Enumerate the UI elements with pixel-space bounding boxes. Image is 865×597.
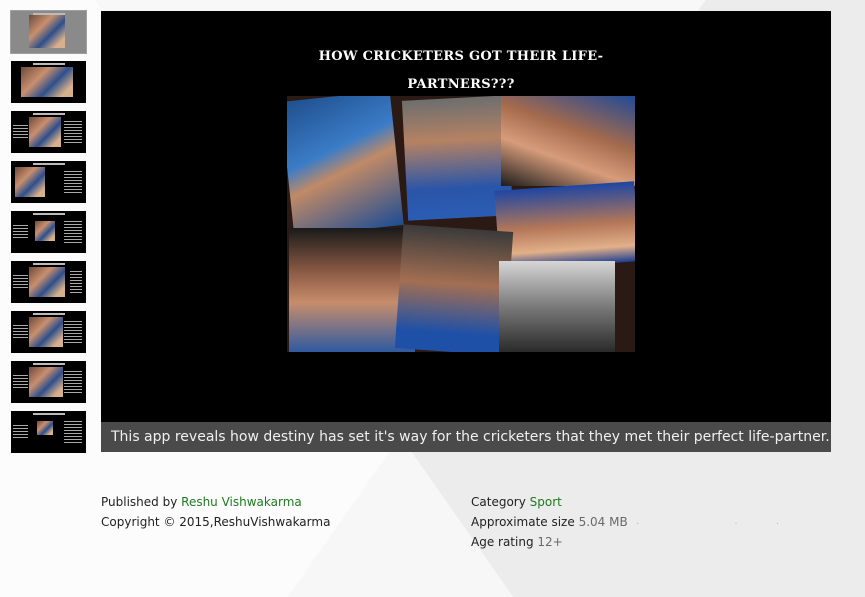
thumbnail-title — [33, 113, 65, 115]
thumbnail-image — [29, 117, 61, 147]
thumbnail-image — [21, 67, 73, 97]
thumbnail-text — [70, 271, 82, 293]
thumbnail-text — [64, 421, 82, 443]
thumbnail-slide-7[interactable] — [11, 311, 86, 353]
category-label: Category — [471, 495, 526, 509]
thumbnail-title — [33, 263, 65, 265]
category-row: Category Sport — [471, 492, 628, 512]
thumbnail-text — [64, 371, 82, 393]
thumbnail-image — [15, 167, 45, 197]
thumbnail-image — [29, 15, 65, 48]
thumbnail-text — [64, 321, 82, 343]
age-rating-row: Age rating 12+ — [471, 532, 628, 552]
thumbnail-slide-3[interactable] — [11, 111, 86, 153]
copyright: Copyright © 2015,ReshuVishwakarma — [101, 515, 331, 529]
thumbnail-slide-1[interactable] — [10, 10, 87, 54]
collage-photo — [494, 181, 635, 271]
thumbnail-text — [13, 425, 28, 439]
thumbnail-image — [37, 421, 53, 435]
category-link[interactable]: Sport — [530, 495, 562, 509]
collage-photo — [394, 224, 514, 352]
thumbnail-strip — [10, 10, 87, 461]
size-label: Approximate size — [471, 515, 575, 529]
screenshot-viewer[interactable]: HOW CRICKETERS GOT THEIR LIFE-PARTNERS??… — [101, 11, 831, 452]
thumbnail-slide-8[interactable] — [11, 361, 86, 403]
collage-photo — [287, 96, 404, 237]
thumbnail-image — [29, 317, 63, 347]
thumbnail-slide-9[interactable] — [11, 411, 86, 453]
slide: HOW CRICKETERS GOT THEIR LIFE-PARTNERS??… — [287, 41, 635, 352]
thumbnail-title — [33, 163, 65, 165]
loading-dots: · · · — [636, 519, 782, 530]
thumbnail-text — [64, 171, 82, 193]
thumbnail-image — [35, 221, 55, 241]
thumbnail-title — [33, 63, 65, 65]
collage-photo — [499, 261, 615, 352]
published-by-label: Published by — [101, 495, 178, 509]
thumbnail-title — [33, 363, 65, 365]
app-details: Category Sport Approximate size 5.04 MB … — [471, 492, 628, 552]
cricketers-collage-image — [287, 96, 635, 352]
thumbnail-text — [64, 121, 82, 143]
published-by: Published by Reshu Vishwakarma — [101, 492, 330, 512]
thumbnail-text — [64, 221, 82, 243]
screenshot-caption: This app reveals how destiny has set it'… — [101, 422, 831, 452]
thumbnail-title — [33, 213, 65, 215]
slide-title: HOW CRICKETERS GOT THEIR LIFE-PARTNERS??… — [318, 49, 604, 92]
thumbnail-title — [33, 313, 65, 315]
publisher-link[interactable]: Reshu Vishwakarma — [181, 495, 302, 509]
thumbnail-text — [13, 325, 28, 339]
thumbnail-title — [33, 413, 65, 415]
thumbnail-text — [13, 225, 28, 239]
thumbnail-image — [29, 267, 65, 297]
size-row: Approximate size 5.04 MB — [471, 512, 628, 532]
thumbnail-slide-5[interactable] — [11, 211, 86, 253]
size-value: 5.04 MB — [578, 515, 628, 529]
publisher-info: Published by Reshu Vishwakarma Copyright… — [101, 492, 330, 532]
age-rating-value: 12+ — [537, 535, 563, 549]
thumbnail-text — [13, 125, 28, 139]
age-rating-label: Age rating — [471, 535, 534, 549]
thumbnail-slide-6[interactable] — [11, 261, 86, 303]
thumbnail-slide-2[interactable] — [11, 61, 86, 103]
thumbnail-text — [13, 275, 28, 289]
thumbnail-image — [29, 367, 63, 397]
thumbnail-text — [13, 375, 28, 389]
collage-photo — [501, 96, 635, 186]
thumbnail-slide-4[interactable] — [11, 161, 86, 203]
